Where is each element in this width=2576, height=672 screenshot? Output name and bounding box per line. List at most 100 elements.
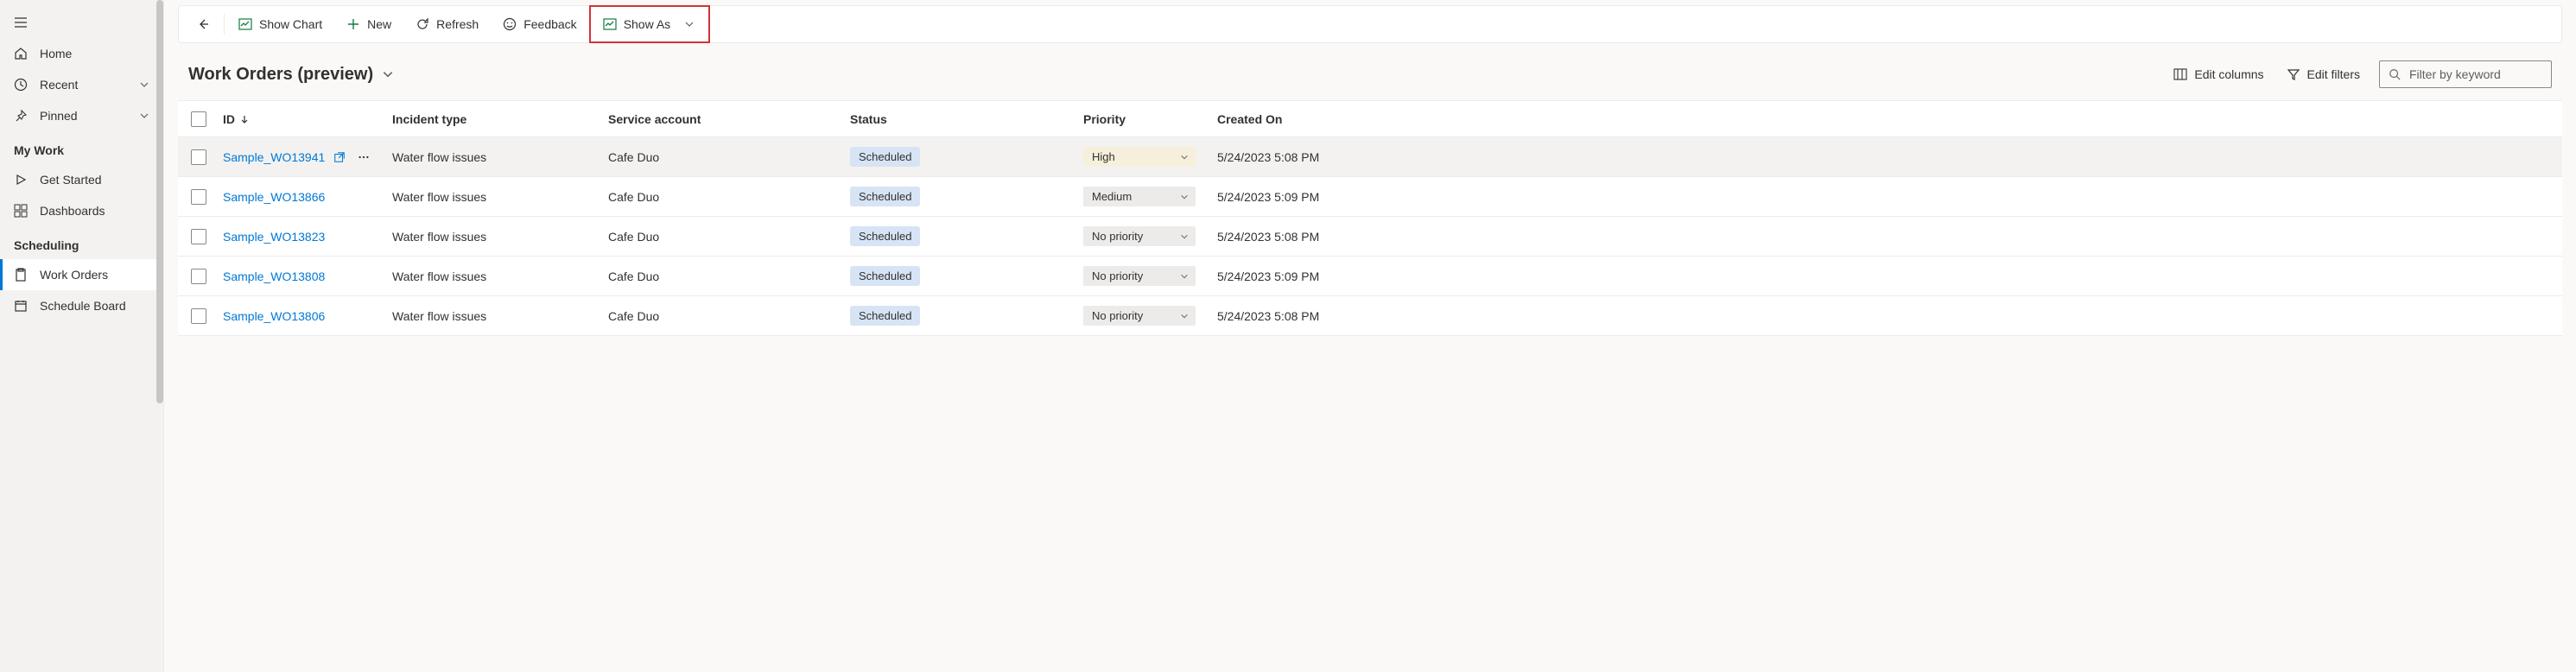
refresh-icon	[416, 17, 429, 31]
sidebar-item-workorders[interactable]: Work Orders	[0, 259, 163, 290]
table-row[interactable]: Sample_WO13806 Water flow issues Cafe Du…	[178, 296, 2562, 336]
more-actions-icon[interactable]	[354, 148, 373, 167]
record-link[interactable]: Sample_WO13806	[223, 309, 325, 323]
column-label: Priority	[1083, 112, 1126, 126]
dashboards-icon	[14, 204, 28, 218]
cell-incident: Water flow issues	[392, 230, 608, 244]
refresh-button[interactable]: Refresh	[403, 10, 491, 38]
data-grid: ID Incident type Service account Status …	[178, 100, 2562, 336]
status-badge: Scheduled	[850, 187, 920, 206]
column-header-status[interactable]: Status	[850, 112, 1083, 126]
sidebar-item-home[interactable]: Home	[0, 38, 163, 69]
column-label: Incident type	[392, 112, 466, 126]
column-header-priority[interactable]: Priority	[1083, 112, 1217, 126]
column-header-id[interactable]: ID	[219, 112, 392, 126]
button-label: New	[367, 17, 391, 31]
cell-incident: Water flow issues	[392, 269, 608, 283]
back-arrow-icon	[196, 17, 210, 31]
show-as-button[interactable]: Show As	[591, 10, 708, 38]
record-link[interactable]: Sample_WO13941	[223, 150, 325, 164]
sidebar-item-pinned[interactable]: Pinned	[0, 100, 163, 131]
priority-value: No priority	[1092, 230, 1143, 243]
chevron-down-icon	[382, 68, 394, 80]
clock-icon	[14, 78, 28, 92]
sidebar-item-getstarted[interactable]: Get Started	[0, 164, 163, 195]
filter-icon	[2287, 67, 2300, 81]
new-button[interactable]: New	[334, 10, 403, 38]
table-row[interactable]: Sample_WO13823 Water flow issues Cafe Du…	[178, 217, 2562, 257]
cell-service: Cafe Duo	[608, 190, 850, 204]
row-checkbox[interactable]	[178, 189, 219, 205]
priority-select[interactable]: No priority	[1083, 306, 1196, 326]
command-divider	[224, 14, 225, 35]
chevron-down-icon	[1180, 232, 1189, 241]
edit-filters-button[interactable]: Edit filters	[2283, 62, 2363, 86]
column-label: ID	[223, 112, 235, 126]
sidebar-item-label: Home	[40, 47, 149, 60]
cell-created: 5/24/2023 5:08 PM	[1217, 150, 2562, 164]
status-badge: Scheduled	[850, 147, 920, 167]
sidebar: Home Recent Pinned My Work Get Started D…	[0, 0, 164, 672]
cell-service: Cafe Duo	[608, 269, 850, 283]
status-badge: Scheduled	[850, 226, 920, 246]
record-link[interactable]: Sample_WO13866	[223, 190, 325, 204]
button-label: Show As	[624, 17, 670, 31]
priority-value: Medium	[1092, 190, 1132, 203]
clipboard-icon	[14, 268, 28, 282]
view-title-dropdown[interactable]: Work Orders (preview)	[188, 65, 2156, 85]
priority-select[interactable]: No priority	[1083, 266, 1196, 286]
priority-select[interactable]: No priority	[1083, 226, 1196, 246]
cell-created: 5/24/2023 5:08 PM	[1217, 230, 2562, 244]
sidebar-item-label: Pinned	[40, 109, 127, 123]
sidebar-scrollbar[interactable]	[156, 0, 163, 672]
open-in-new-icon[interactable]	[330, 148, 349, 167]
plus-icon	[346, 17, 360, 31]
chevron-down-icon	[139, 111, 149, 121]
view-title: Work Orders (preview)	[188, 65, 373, 85]
show-chart-button[interactable]: Show Chart	[226, 10, 334, 38]
table-row[interactable]: Sample_WO13866 Water flow issues Cafe Du…	[178, 177, 2562, 217]
record-link[interactable]: Sample_WO13823	[223, 230, 325, 244]
cell-created: 5/24/2023 5:08 PM	[1217, 309, 2562, 323]
column-label: Service account	[608, 112, 701, 126]
hamburger-icon	[14, 16, 28, 29]
record-link[interactable]: Sample_WO13808	[223, 269, 325, 283]
table-row[interactable]: Sample_WO13941 Water flow issues Cafe Du…	[178, 137, 2562, 177]
column-header-service[interactable]: Service account	[608, 112, 850, 126]
status-badge: Scheduled	[850, 266, 920, 286]
cell-incident: Water flow issues	[392, 190, 608, 204]
sidebar-item-dashboards[interactable]: Dashboards	[0, 195, 163, 226]
filter-keyword-input[interactable]: Filter by keyword	[2379, 60, 2552, 88]
row-checkbox[interactable]	[178, 229, 219, 244]
back-button[interactable]	[184, 10, 222, 38]
cell-created: 5/24/2023 5:09 PM	[1217, 190, 2562, 204]
sidebar-item-recent[interactable]: Recent	[0, 69, 163, 100]
button-label: Edit columns	[2194, 67, 2263, 81]
chevron-down-icon	[139, 79, 149, 90]
sidebar-scroll-thumb[interactable]	[156, 0, 163, 403]
filter-placeholder: Filter by keyword	[2409, 67, 2501, 81]
table-row[interactable]: Sample_WO13808 Water flow issues Cafe Du…	[178, 257, 2562, 296]
row-checkbox[interactable]	[178, 269, 219, 284]
feedback-button[interactable]: Feedback	[491, 10, 588, 38]
cell-service: Cafe Duo	[608, 150, 850, 164]
view-header: Work Orders (preview) Edit columns Edit …	[164, 43, 2576, 100]
view-actions: Edit columns Edit filters Filter by keyw…	[2170, 60, 2552, 88]
priority-select[interactable]: Medium	[1083, 187, 1196, 206]
priority-value: High	[1092, 150, 1115, 163]
edit-columns-button[interactable]: Edit columns	[2170, 62, 2267, 86]
column-header-created[interactable]: Created On	[1217, 112, 2562, 126]
hamburger-button[interactable]	[0, 7, 163, 38]
sidebar-item-label: Get Started	[40, 173, 149, 187]
row-checkbox[interactable]	[178, 308, 219, 324]
sidebar-item-scheduleboard[interactable]: Schedule Board	[0, 290, 163, 321]
priority-select[interactable]: High	[1083, 147, 1196, 167]
chevron-down-icon	[682, 17, 696, 31]
cell-service: Cafe Duo	[608, 309, 850, 323]
row-checkbox[interactable]	[178, 149, 219, 165]
column-label: Status	[850, 112, 887, 126]
search-icon	[2389, 68, 2401, 80]
priority-value: No priority	[1092, 269, 1143, 282]
column-header-incident[interactable]: Incident type	[392, 112, 608, 126]
select-all-checkbox[interactable]	[178, 111, 219, 127]
